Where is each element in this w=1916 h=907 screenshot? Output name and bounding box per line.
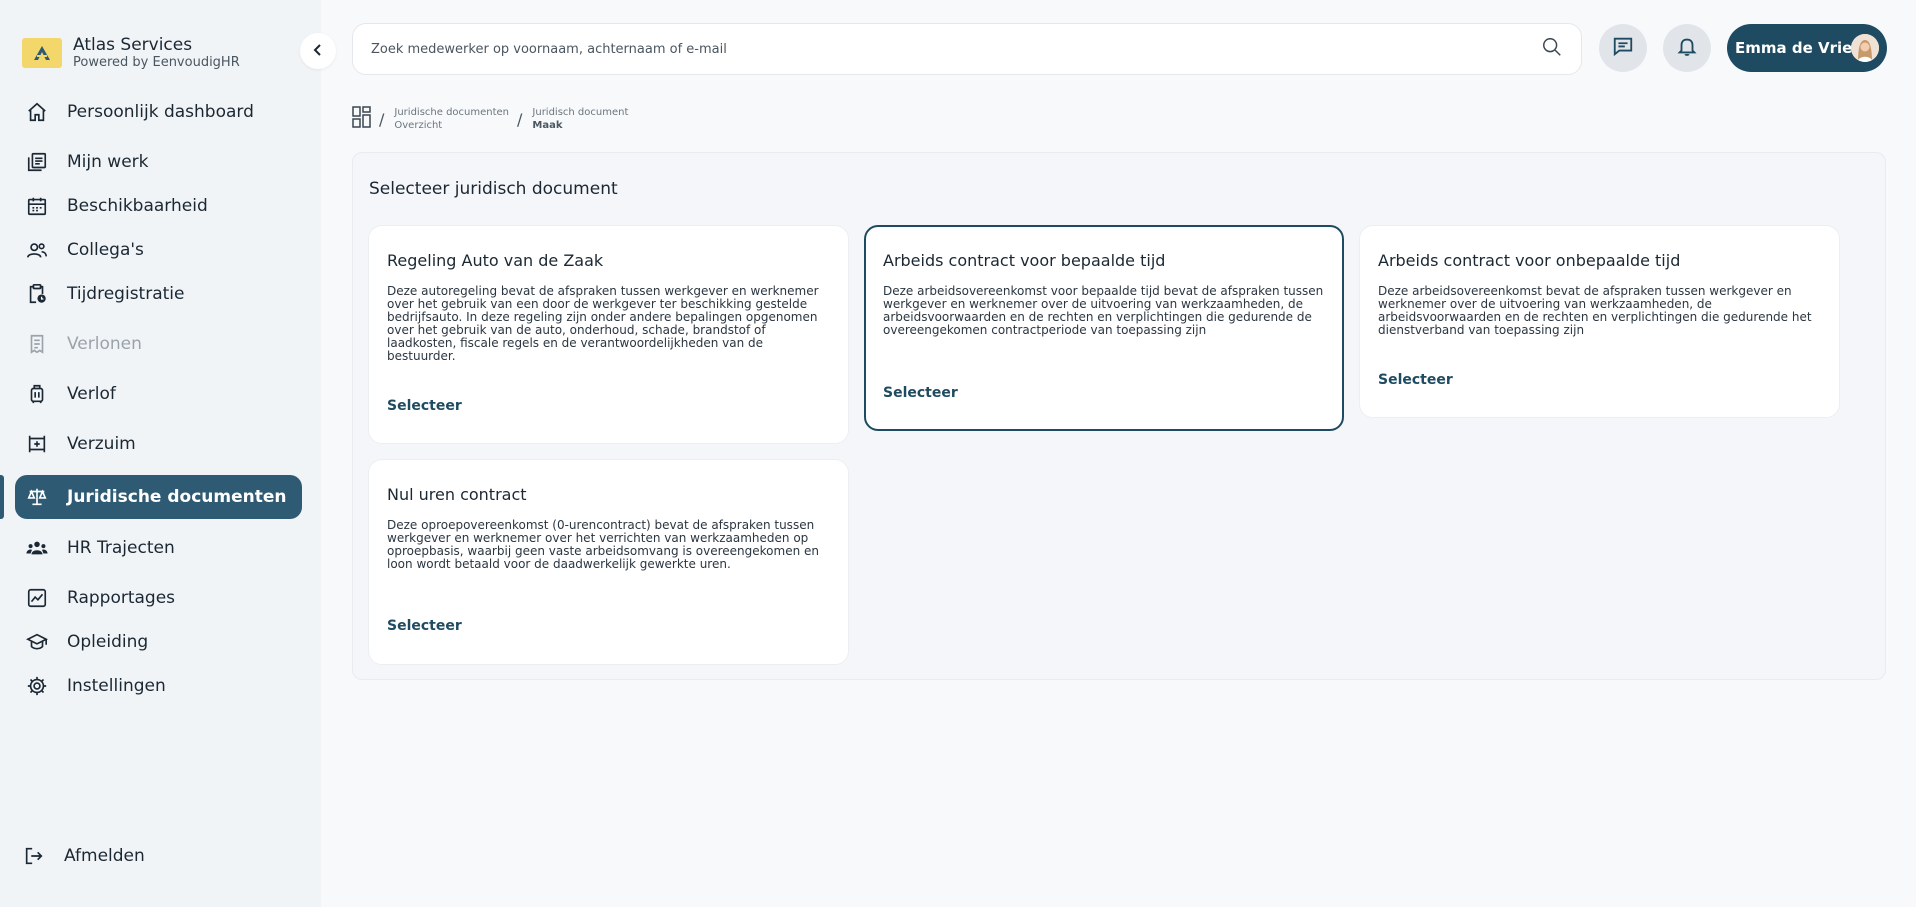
sidebar-item-collegas[interactable]: Collega's bbox=[15, 228, 302, 272]
group-icon bbox=[25, 536, 49, 560]
card-description: Deze arbeidsovereenkomst voor bepaalde t… bbox=[883, 284, 1324, 337]
sidebar-item-opleiding[interactable]: Opleiding bbox=[15, 620, 302, 664]
gear-icon bbox=[25, 674, 49, 698]
document-stack-icon bbox=[25, 150, 49, 174]
card-description: Deze oproepovereenkomst (0-urencontract)… bbox=[387, 518, 819, 571]
select-button[interactable]: Selecteer bbox=[1378, 372, 1453, 388]
select-button[interactable]: Selecteer bbox=[387, 618, 462, 634]
search-icon[interactable] bbox=[1541, 36, 1563, 62]
card-description: Deze autoregeling bevat de afspraken tus… bbox=[387, 284, 819, 363]
search-bar bbox=[352, 23, 1582, 75]
document-selection-panel: Selecteer juridisch document Regeling Au… bbox=[352, 152, 1886, 680]
page-title: Selecteer juridisch document bbox=[369, 179, 618, 199]
suitcase-icon bbox=[25, 382, 49, 406]
sidebar-item-label: Juridische documenten bbox=[67, 487, 287, 507]
notifications-button[interactable] bbox=[1663, 24, 1711, 72]
sidebar-item-label: Mijn werk bbox=[67, 152, 149, 172]
sidebar-item-label: Rapportages bbox=[67, 588, 176, 608]
sidebar-item-label: Verzuim bbox=[67, 434, 136, 454]
brand[interactable]: Atlas Services Powered by EenvoudigHR bbox=[22, 36, 240, 70]
chevron-left-icon bbox=[311, 42, 325, 61]
sidebar-item-label: Persoonlijk dashboard bbox=[67, 102, 254, 122]
user-menu-button[interactable]: Emma de Vries bbox=[1727, 24, 1887, 72]
breadcrumb-separator: / bbox=[379, 109, 385, 129]
medical-bed-icon bbox=[25, 432, 49, 456]
breadcrumb-item-maak: Juridisch document Maak bbox=[532, 107, 629, 131]
breadcrumb-separator: / bbox=[517, 109, 523, 129]
document-card-nul-uren-contract[interactable]: Nul uren contract Deze oproepovereenkoms… bbox=[368, 459, 849, 665]
sidebar-item-label: Tijdregistratie bbox=[67, 284, 185, 304]
document-card-auto-van-de-zaak[interactable]: Regeling Auto van de Zaak Deze autoregel… bbox=[368, 225, 849, 444]
receipt-icon bbox=[25, 332, 49, 356]
card-title: Regeling Auto van de Zaak bbox=[387, 251, 604, 270]
scale-icon bbox=[25, 485, 49, 509]
card-title: Arbeids contract voor bepaalde tijd bbox=[883, 251, 1166, 270]
sidebar-item-label: Opleiding bbox=[67, 632, 149, 652]
people-icon bbox=[25, 238, 49, 262]
select-button[interactable]: Selecteer bbox=[883, 385, 958, 401]
sidebar-item-hr-trajecten[interactable]: HR Trajecten bbox=[15, 526, 302, 570]
select-button[interactable]: Selecteer bbox=[387, 398, 462, 414]
chart-icon bbox=[25, 586, 49, 610]
card-title: Nul uren contract bbox=[387, 485, 527, 504]
sidebar-item-verzuim[interactable]: Verzuim bbox=[15, 422, 302, 466]
brand-name: Atlas Services bbox=[73, 35, 193, 55]
document-card-onbepaalde-tijd[interactable]: Arbeids contract voor onbepaalde tijd De… bbox=[1359, 225, 1840, 418]
sidebar-item-verlof[interactable]: Verlof bbox=[15, 372, 302, 416]
calendar-icon bbox=[25, 194, 49, 218]
chat-icon bbox=[1612, 35, 1634, 61]
sidebar-item-label: HR Trajecten bbox=[67, 538, 175, 558]
active-nav-marker bbox=[0, 475, 4, 519]
home-icon bbox=[25, 100, 49, 124]
graduation-cap-icon bbox=[25, 630, 49, 654]
sidebar-item-verlonen[interactable]: Verlonen bbox=[15, 322, 302, 366]
sidebar-item-beschikbaarheid[interactable]: Beschikbaarheid bbox=[15, 184, 302, 228]
sidebar-item-rapportages[interactable]: Rapportages bbox=[15, 576, 302, 620]
sidebar-item-juridische-documenten[interactable]: Juridische documenten bbox=[15, 475, 302, 519]
logout-button[interactable]: Afmelden bbox=[12, 834, 299, 878]
card-description: Deze arbeidsovereenkomst bevat de afspra… bbox=[1378, 284, 1812, 337]
dashboard-grid-icon[interactable] bbox=[352, 106, 371, 132]
logout-icon bbox=[22, 844, 46, 868]
sidebar-item-label: Verlof bbox=[67, 384, 116, 404]
sidebar-item-label: Beschikbaarheid bbox=[67, 196, 208, 216]
sidebar-item-label: Instellingen bbox=[67, 676, 166, 696]
card-title: Arbeids contract voor onbepaalde tijd bbox=[1378, 251, 1681, 270]
brand-logo bbox=[22, 38, 62, 68]
document-card-bepaalde-tijd[interactable]: Arbeids contract voor bepaalde tijd Deze… bbox=[864, 225, 1344, 431]
sidebar-item-mijn-werk[interactable]: Mijn werk bbox=[15, 140, 302, 184]
clipboard-clock-icon bbox=[25, 282, 49, 306]
sidebar-item-label: Collega's bbox=[67, 240, 144, 260]
sidebar-item-persoonlijk-dashboard[interactable]: Persoonlijk dashboard bbox=[15, 90, 302, 134]
breadcrumb-item-overzicht[interactable]: Juridische documenten Overzicht bbox=[394, 106, 509, 132]
logout-label: Afmelden bbox=[64, 846, 145, 866]
user-name: Emma de Vries bbox=[1735, 39, 1862, 57]
collapse-sidebar-button[interactable] bbox=[300, 33, 336, 69]
brand-subtitle: Powered by EenvoudigHR bbox=[73, 55, 240, 70]
bell-icon bbox=[1676, 35, 1698, 61]
messages-button[interactable] bbox=[1599, 24, 1647, 72]
breadcrumb: / Juridische documenten Overzicht / Juri… bbox=[352, 106, 628, 132]
search-input[interactable] bbox=[371, 41, 1541, 57]
avatar bbox=[1851, 34, 1879, 62]
sidebar-item-tijdregistratie[interactable]: Tijdregistratie bbox=[15, 272, 302, 316]
sidebar-item-label: Verlonen bbox=[67, 334, 142, 354]
sidebar: Atlas Services Powered by EenvoudigHR Pe… bbox=[0, 0, 321, 907]
sidebar-item-instellingen[interactable]: Instellingen bbox=[15, 664, 302, 708]
